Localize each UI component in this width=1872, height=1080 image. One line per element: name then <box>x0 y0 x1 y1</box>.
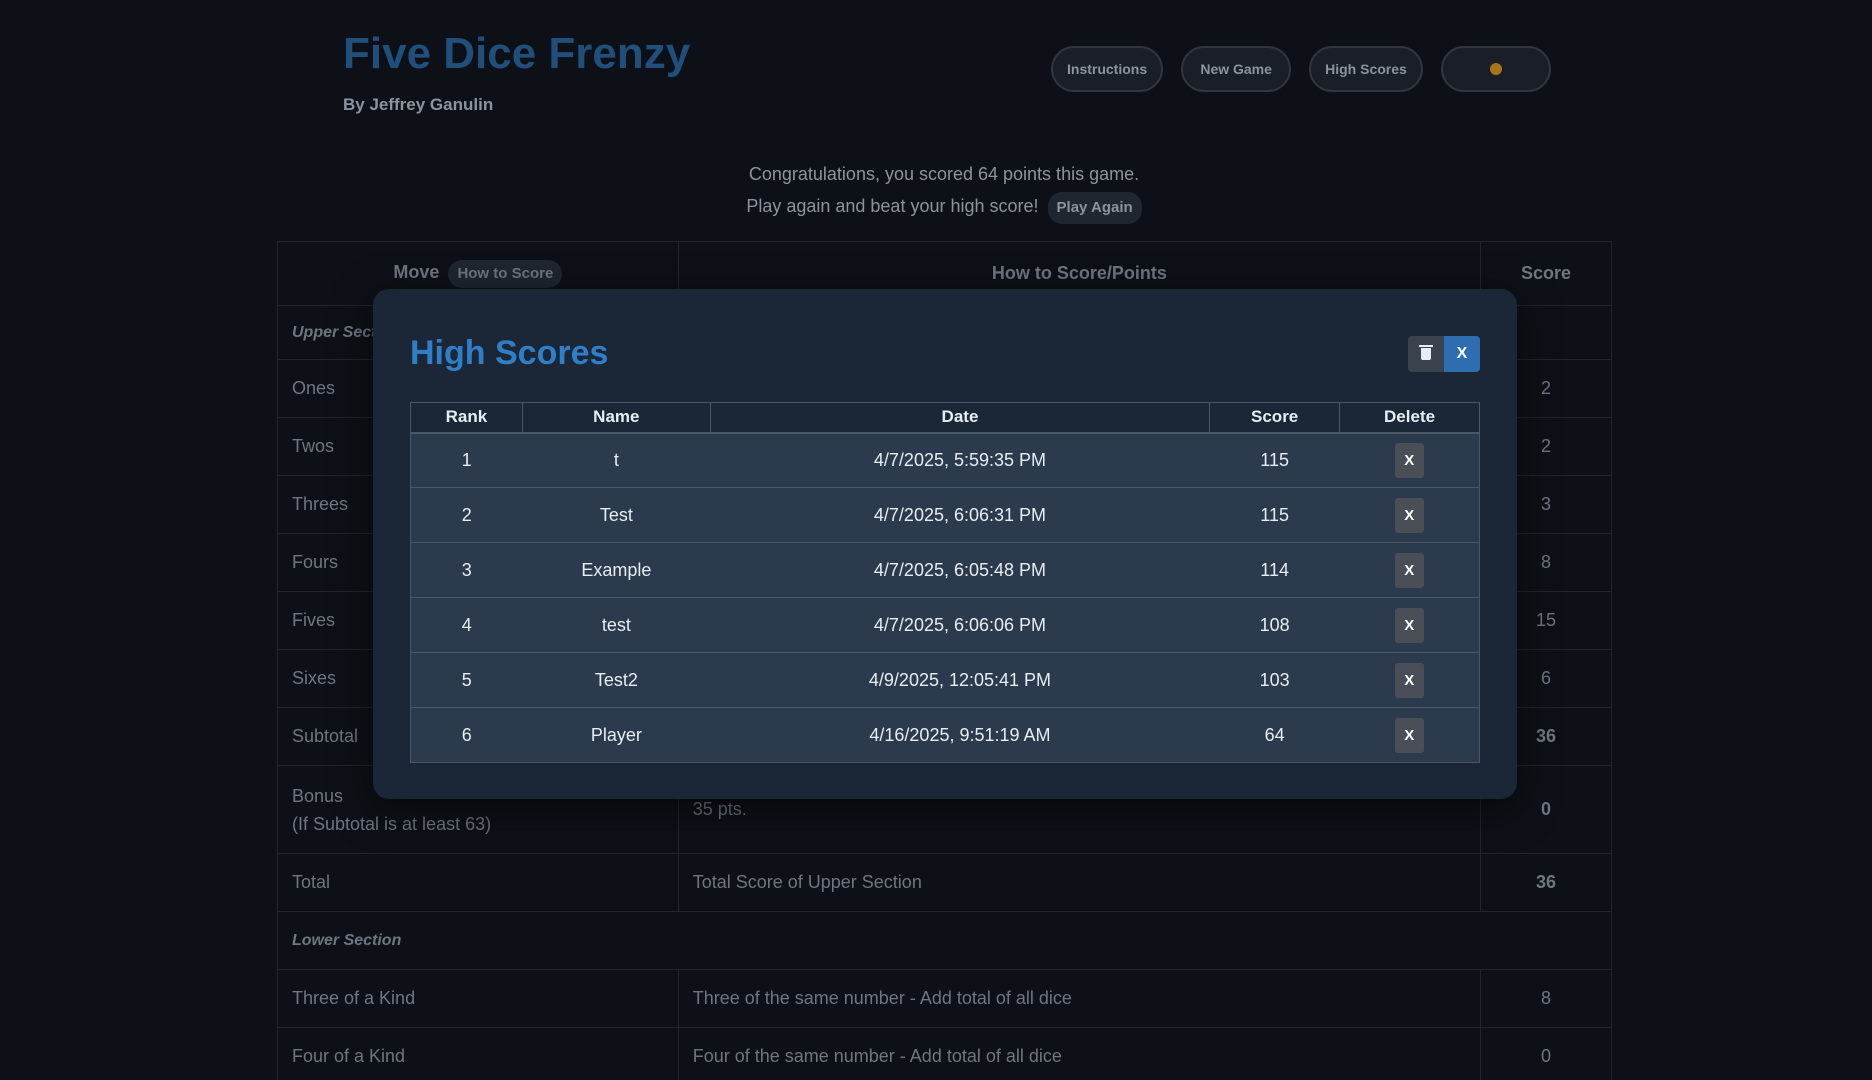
instructions-button[interactable]: Instructions <box>1051 46 1164 92</box>
theme-toggle-button[interactable] <box>1440 46 1551 92</box>
rank-cell: 2 <box>410 487 523 543</box>
rank-header: Rank <box>410 402 523 434</box>
score-cell: 114 <box>1209 542 1340 598</box>
how-to-score-button[interactable]: How to Score <box>448 259 563 288</box>
congrats-message: Congratulations, you scored 64 points th… <box>0 158 1872 224</box>
table-row: 3 Example 4/7/2025, 6:05:48 PM 114 X <box>410 542 1480 598</box>
rank-cell: 1 <box>410 432 523 488</box>
score-cell: 115 <box>1209 487 1340 543</box>
delete-row-button[interactable]: X <box>1394 662 1424 698</box>
how-cell: Four of the same number - Add total of a… <box>677 1027 1482 1080</box>
delete-header: Delete <box>1339 402 1480 434</box>
date-cell: 4/7/2025, 6:06:31 PM <box>710 487 1210 543</box>
delete-row-button[interactable]: X <box>1394 552 1424 588</box>
table-row[interactable]: Three of a Kind Three of the same number… <box>277 969 1612 1028</box>
delete-cell: X <box>1339 542 1480 598</box>
trash-icon <box>1419 345 1433 360</box>
rank-cell: 5 <box>410 652 523 708</box>
score-cell: 103 <box>1209 652 1340 708</box>
score-cell: 108 <box>1209 597 1340 653</box>
score-cell: 64 <box>1209 707 1340 763</box>
move-cell: Four of a Kind <box>277 1027 679 1080</box>
delete-cell: X <box>1339 432 1480 488</box>
bonus-condition: (If Subtotal is at least 63) <box>292 813 492 834</box>
lower-section-label: Lower Section <box>277 911 1612 970</box>
app-title: Five Dice Frenzy <box>343 29 691 78</box>
table-row: 5 Test2 4/9/2025, 12:05:41 PM 103 X <box>410 652 1480 708</box>
header: Five Dice Frenzy By Jeffrey Ganulin <box>343 28 690 115</box>
rank-cell: 6 <box>410 707 523 763</box>
name-cell: Test <box>522 487 711 543</box>
move-header-label: Move <box>393 261 440 282</box>
date-cell: 4/7/2025, 5:59:35 PM <box>710 432 1210 488</box>
delete-row-button[interactable]: X <box>1394 717 1424 753</box>
author-byline: By Jeffrey Ganulin <box>343 94 494 114</box>
name-cell: Test2 <box>522 652 711 708</box>
total-score: 36 <box>1480 853 1612 912</box>
high-scores-modal: High Scores X Rank Name Date Score Delet… <box>373 289 1517 799</box>
play-again-button[interactable]: Play Again <box>1047 192 1142 224</box>
play-again-text: Play again and beat your high score! <box>746 196 1039 216</box>
high-scores-table: Rank Name Date Score Delete 1 t 4/7/2025… <box>410 402 1480 763</box>
high-scores-header-row: Rank Name Date Score Delete <box>410 402 1480 434</box>
rank-cell: 4 <box>410 597 523 653</box>
delete-row-button[interactable]: X <box>1394 442 1424 478</box>
close-modal-button[interactable]: X <box>1444 336 1480 372</box>
date-cell: 4/16/2025, 9:51:19 AM <box>710 707 1210 763</box>
how-cell: Three of the same number - Add total of … <box>677 969 1482 1028</box>
table-row: 6 Player 4/16/2025, 9:51:19 AM 64 X <box>410 707 1480 763</box>
sun-icon <box>1489 63 1502 75</box>
move-cell: Three of a Kind <box>277 969 679 1028</box>
new-game-button[interactable]: New Game <box>1181 46 1292 92</box>
total-move-cell: Total <box>277 853 679 912</box>
name-cell: Example <box>522 542 711 598</box>
date-cell: 4/7/2025, 6:06:06 PM <box>710 597 1210 653</box>
delete-row-button[interactable]: X <box>1394 607 1424 643</box>
score-header: Score <box>1209 402 1341 434</box>
modal-actions: X <box>1408 336 1480 372</box>
delete-cell: X <box>1339 707 1480 763</box>
modal-title: High Scores <box>410 334 609 372</box>
date-header: Date <box>709 402 1211 434</box>
score-cell: 0 <box>1480 1027 1612 1080</box>
score-cell: 115 <box>1209 432 1340 488</box>
table-row: 2 Test 4/7/2025, 6:06:31 PM 115 X <box>410 487 1480 543</box>
delete-row-button[interactable]: X <box>1394 497 1424 533</box>
delete-cell: X <box>1339 487 1480 543</box>
name-cell: t <box>522 432 711 488</box>
name-cell: test <box>522 597 711 653</box>
table-row: 1 t 4/7/2025, 5:59:35 PM 115 X <box>410 432 1480 488</box>
score-cell: 8 <box>1480 969 1612 1028</box>
page: Five Dice Frenzy By Jeffrey Ganulin Inst… <box>0 0 1872 1080</box>
delete-cell: X <box>1339 597 1480 653</box>
delete-cell: X <box>1339 652 1480 708</box>
high-scores-button[interactable]: High Scores <box>1309 46 1423 92</box>
clear-scores-button[interactable] <box>1408 336 1444 372</box>
congrats-line: Congratulations, you scored 64 points th… <box>748 164 1140 184</box>
date-cell: 4/7/2025, 6:05:48 PM <box>710 542 1210 598</box>
lower-section-row: Lower Section <box>277 911 1612 970</box>
play-again-line: Play again and beat your high score! Pla… <box>0 190 1872 224</box>
total-how-cell: Total Score of Upper Section <box>677 853 1482 912</box>
rank-cell: 3 <box>410 542 523 598</box>
date-cell: 4/9/2025, 12:05:41 PM <box>710 652 1210 708</box>
total-row: Total Total Score of Upper Section 36 <box>277 853 1612 912</box>
table-row[interactable]: Four of a Kind Four of the same number -… <box>277 1027 1612 1080</box>
name-cell: Player <box>522 707 711 763</box>
nav-bar: Instructions New Game High Scores <box>1051 46 1551 92</box>
name-header: Name <box>521 402 711 434</box>
table-row: 4 test 4/7/2025, 6:06:06 PM 108 X <box>410 597 1480 653</box>
